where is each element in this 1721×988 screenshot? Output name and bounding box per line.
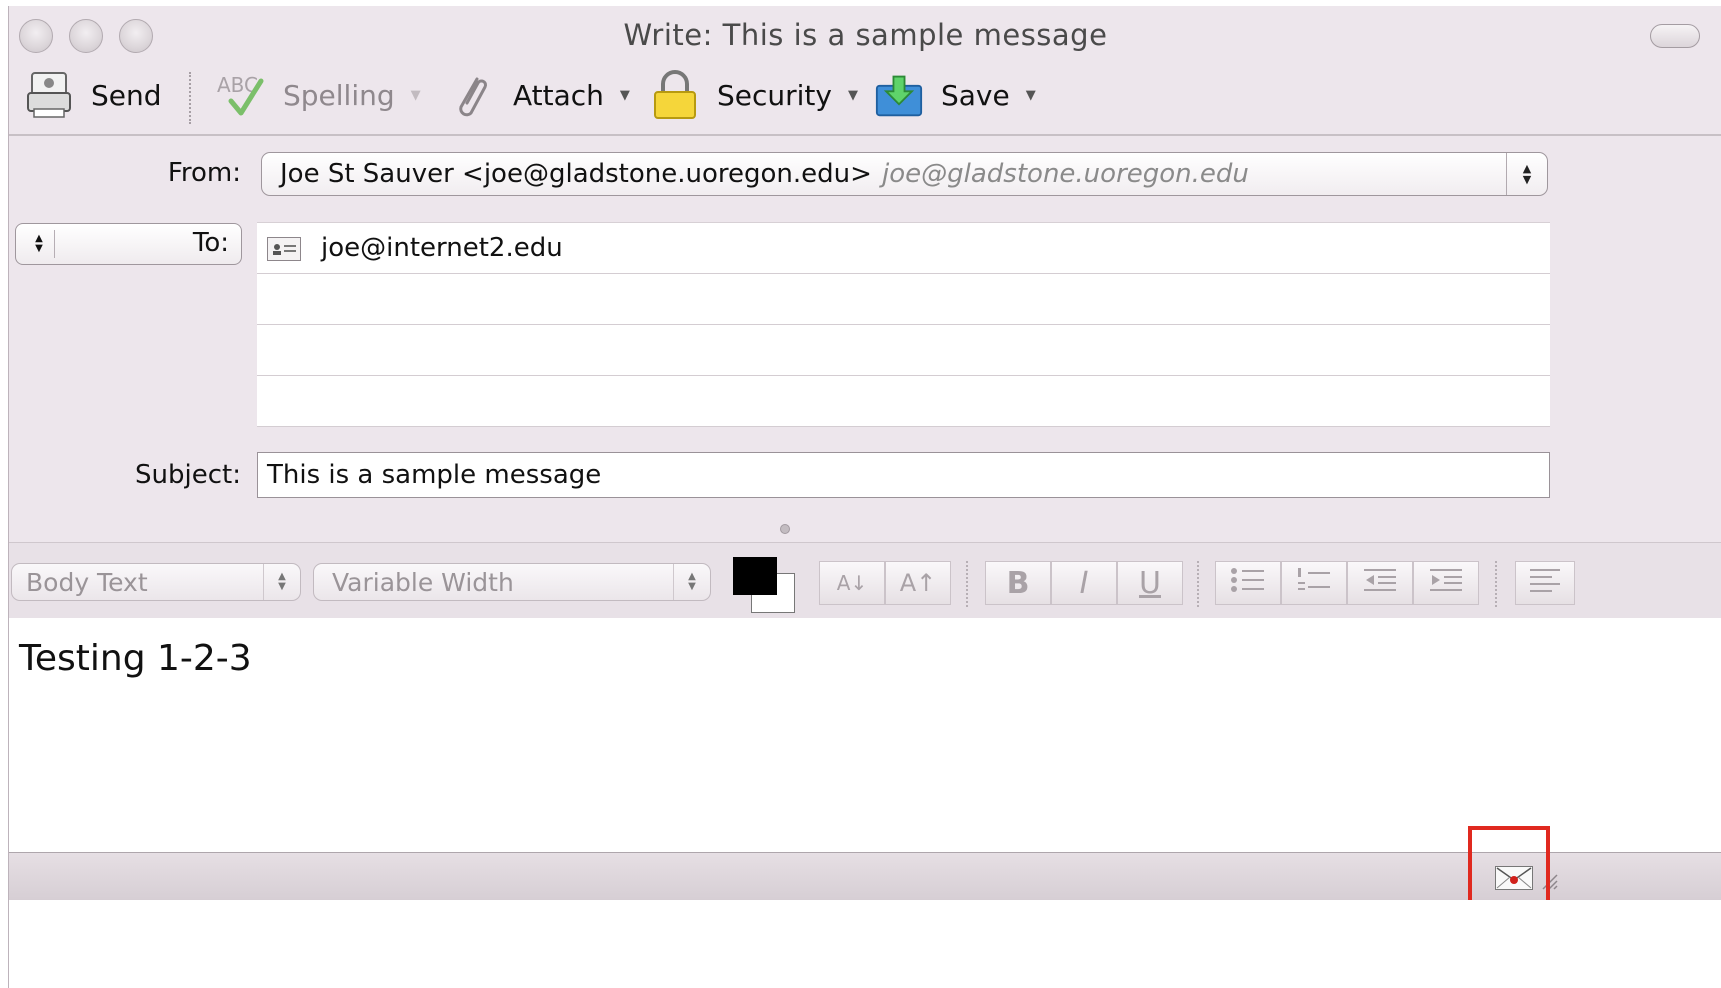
from-account-select[interactable]: Joe St Sauver <joe@gladstone.uoregon.edu…: [261, 152, 1548, 196]
send-button[interactable]: Send: [25, 72, 162, 118]
from-stepper-icon: ▲ ▼: [1506, 153, 1547, 195]
title-bar: Write: This is a sample message: [9, 6, 1721, 58]
address-type-select[interactable]: ▲ ▼ To:: [15, 223, 242, 265]
attach-dropdown-caret-icon: ▼: [619, 87, 630, 103]
font-stepper-icon: ▲ ▼: [673, 564, 710, 600]
compose-toolbar: Send ABC Spelling ▼ Attach ▼ Security ▼ …: [9, 58, 1721, 134]
bold-button[interactable]: B: [985, 561, 1051, 605]
decrease-indent-button[interactable]: [1347, 561, 1413, 605]
smaller-text-label: A: [836, 571, 851, 595]
lock-icon: [651, 70, 699, 119]
send-label: Send: [91, 78, 162, 112]
security-label: Security: [717, 78, 832, 112]
from-value: Joe St Sauver <joe@gladstone.uoregon.edu…: [280, 159, 872, 189]
format-separator: [1495, 561, 1497, 607]
numbered-list-button[interactable]: [1281, 561, 1347, 605]
splitter-handle[interactable]: [780, 524, 790, 534]
attach-button[interactable]: Attach ▼: [447, 72, 630, 118]
underline-label: U: [1139, 565, 1161, 601]
spelling-button[interactable]: ABC Spelling ▼: [217, 72, 421, 118]
align-left-icon: [1528, 566, 1562, 601]
recipient-row[interactable]: [257, 274, 1550, 325]
format-separator: [1197, 561, 1199, 607]
bulleted-list-button[interactable]: [1215, 561, 1281, 605]
recipient-row[interactable]: [257, 325, 1550, 376]
save-button[interactable]: Save ▼: [875, 72, 1036, 118]
address-type-stepper-icon: ▲ ▼: [24, 230, 55, 258]
paragraph-style-value: Body Text: [26, 568, 148, 597]
toolbar-separator: [189, 72, 191, 124]
underline-button[interactable]: U: [1117, 561, 1183, 605]
down-arrow-icon: ↓: [850, 571, 868, 595]
window-bottom-edge: [9, 900, 1721, 988]
align-left-button[interactable]: [1515, 561, 1575, 605]
spelling-dropdown-caret-icon: ▼: [410, 87, 421, 103]
increase-font-size-button[interactable]: A ↑: [885, 561, 951, 605]
spell-check-icon: ABC: [217, 71, 265, 119]
save-dropdown-caret-icon: ▼: [1025, 87, 1036, 103]
security-button[interactable]: Security ▼: [651, 70, 858, 119]
window-title: Write: This is a sample message: [623, 18, 1108, 52]
outdent-icon: [1362, 566, 1398, 601]
highlight-box: [1468, 826, 1550, 906]
spelling-label: Spelling: [283, 78, 395, 112]
italic-label: I: [1079, 565, 1089, 601]
from-label: From:: [167, 158, 241, 188]
security-dropdown-caret-icon: ▼: [847, 87, 858, 103]
increase-indent-button[interactable]: [1413, 561, 1479, 605]
paperclip-icon: [447, 71, 495, 119]
subject-value: This is a sample message: [267, 460, 602, 490]
address-card-icon: [267, 237, 301, 261]
font-select[interactable]: Variable Width ▲ ▼: [313, 563, 711, 601]
send-icon: [25, 71, 73, 119]
up-arrow-icon: ↑: [916, 569, 937, 597]
attach-label: Attach: [513, 78, 604, 112]
numbered-list-icon: [1296, 566, 1332, 601]
bulleted-list-icon: [1230, 566, 1266, 601]
status-bar: [9, 852, 1721, 901]
save-label: Save: [941, 78, 1010, 112]
toolbar-toggle-button[interactable]: [1650, 24, 1700, 48]
font-value: Variable Width: [332, 568, 514, 597]
paragraph-style-stepper-icon: ▲ ▼: [263, 564, 300, 600]
toolbar-divider: [9, 134, 1721, 136]
format-separator: [966, 561, 968, 607]
compose-window: Write: This is a sample message Send ABC: [8, 6, 1721, 988]
recipient-row[interactable]: [257, 376, 1550, 427]
text-color-swatch[interactable]: [733, 557, 777, 595]
paragraph-style-select[interactable]: Body Text ▲ ▼: [11, 563, 301, 601]
to-label: To:: [192, 228, 229, 258]
message-body-editor[interactable]: Testing 1-2-3: [9, 618, 1721, 852]
subject-label: Subject:: [135, 460, 241, 490]
indent-icon: [1428, 566, 1464, 601]
message-body-text: Testing 1-2-3: [19, 638, 252, 679]
from-account-name: joe@gladstone.uoregon.edu: [882, 159, 1249, 189]
subject-input[interactable]: This is a sample message: [257, 452, 1550, 498]
italic-button[interactable]: I: [1051, 561, 1117, 605]
formatting-toolbar: Body Text ▲ ▼ Variable Width ▲ ▼ A ↓ A ↑ B I…: [9, 542, 1721, 619]
decrease-font-size-button[interactable]: A ↓: [819, 561, 885, 605]
bold-label: B: [1006, 565, 1030, 601]
larger-text-label: A: [899, 569, 917, 597]
save-download-icon: [875, 71, 923, 119]
recipient-row[interactable]: joe@internet2.edu: [257, 223, 1550, 274]
recipients-list: joe@internet2.edu: [257, 222, 1550, 427]
recipient-address: joe@internet2.edu: [321, 233, 563, 263]
